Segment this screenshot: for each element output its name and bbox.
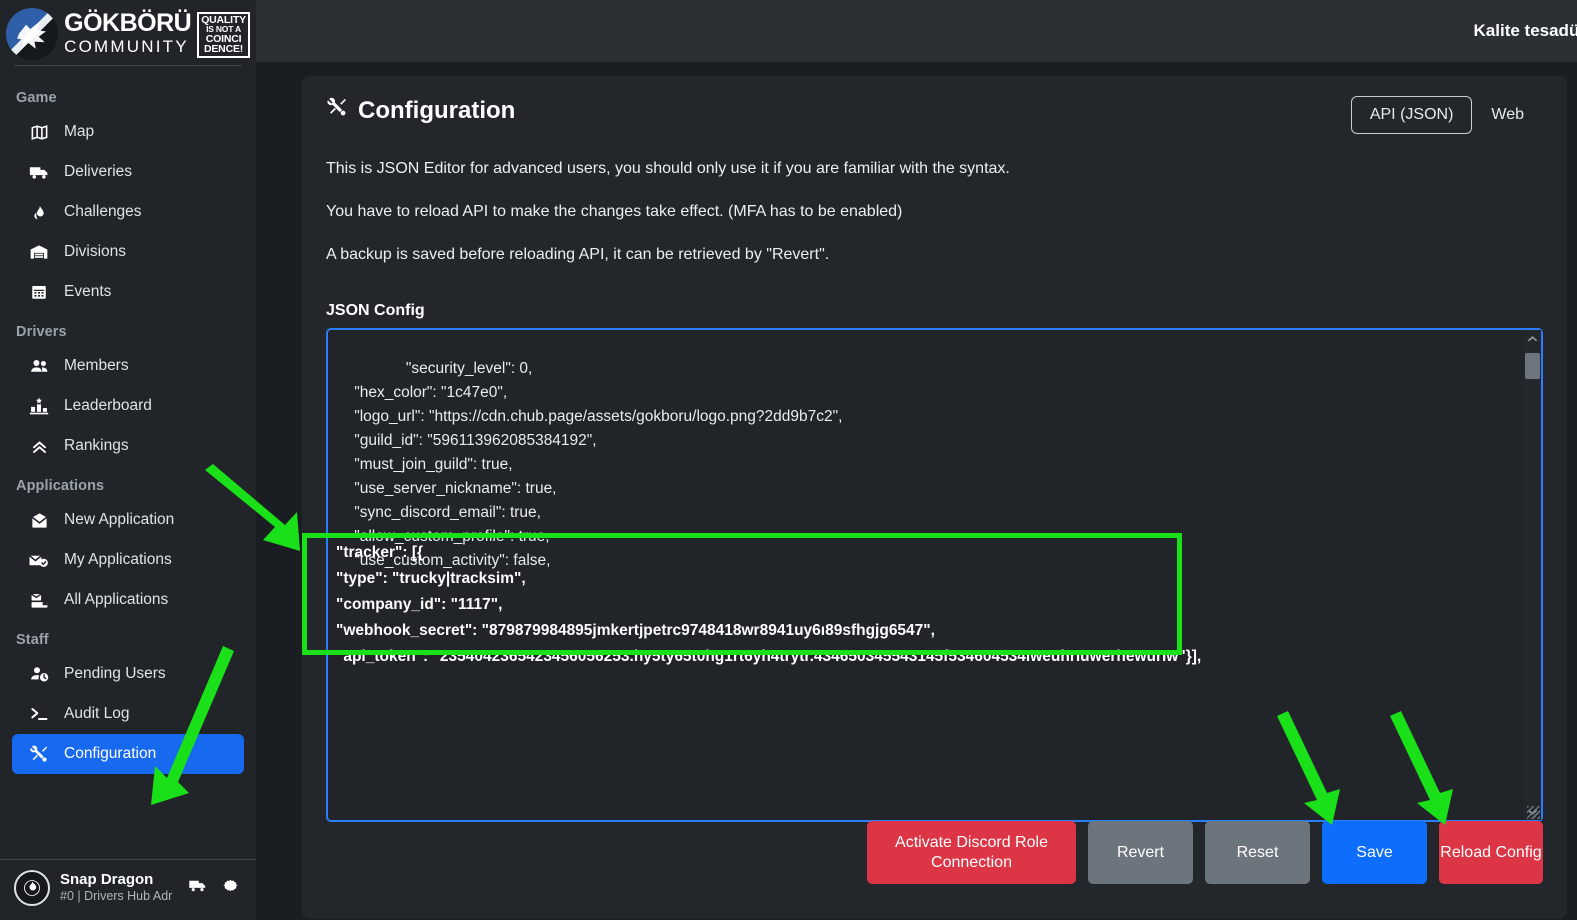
sidebar-item-all-applications[interactable]: All Applications: [12, 580, 244, 620]
wolf-logo-icon: [6, 8, 59, 60]
view-mode-tabs: API (JSON) Web: [1350, 96, 1543, 134]
mail-stack-icon: [28, 591, 50, 610]
sidebar-item-label: Events: [64, 283, 112, 300]
textarea-resize-grip[interactable]: [1527, 806, 1540, 819]
sidebar-item-label: Members: [64, 357, 129, 374]
sidebar-user-footer[interactable]: Snap Dragon #0 | Drivers Hub Adr: [0, 859, 256, 920]
json-editor-content: "security_level": 0, "hex_color": "1c47e…: [337, 333, 1514, 821]
tab-web[interactable]: Web: [1472, 96, 1543, 134]
sidebar-group-applications: Applications: [16, 478, 105, 494]
sidebar-group-game: Game: [16, 90, 57, 106]
envelope-open-icon: [28, 511, 50, 530]
card-header: Configuration API (JSON) Web: [326, 96, 1543, 134]
description-line-1: This is JSON Editor for advanced users, …: [326, 160, 1010, 177]
sidebar-scroll-area[interactable]: Downloads Game Map Deliveries: [0, 66, 256, 854]
sidebar-item-deliveries[interactable]: Deliveries: [12, 152, 244, 192]
page-title: Configuration: [326, 96, 515, 125]
sidebar-item-label: Configuration: [64, 745, 157, 762]
sidebar-item-label: All Applications: [64, 591, 169, 608]
sidebar-item-new-application[interactable]: New Application: [12, 500, 244, 540]
scroll-up-arrow-icon[interactable]: [1524, 330, 1541, 347]
sidebar-item-label: Audit Log: [64, 705, 130, 722]
sidebar-item-label: Deliveries: [64, 163, 133, 180]
sidebar: GÖKBÖRÜ COMMUNITY QUALITY IS NOT A COINC…: [0, 0, 256, 920]
user-clock-icon: [28, 664, 50, 684]
reload-config-button[interactable]: Reload Config: [1439, 821, 1543, 884]
sidebar-item-pending-users[interactable]: Pending Users: [12, 654, 244, 694]
sidebar-item-leaderboard[interactable]: Leaderboard: [12, 386, 244, 426]
sidebar-item-label: New Application: [64, 511, 175, 528]
sidebar-group-staff: Staff: [16, 632, 49, 648]
warehouse-icon: [28, 242, 50, 262]
sidebar-group-drivers: Drivers: [16, 324, 67, 340]
activate-discord-role-connection-button[interactable]: Activate Discord Role Connection: [867, 821, 1076, 884]
sidebar-item-label: Downloads: [64, 66, 141, 67]
download-icon: [28, 66, 50, 67]
json-top-lines: "security_level": 0, "hex_color": "1c47e…: [354, 360, 843, 569]
truck-icon[interactable]: [187, 876, 209, 900]
user-meta-line: #0 | Drivers Hub Adr: [60, 889, 173, 904]
sidebar-item-label: Pending Users: [64, 665, 166, 682]
sidebar-item-members[interactable]: Members: [12, 346, 244, 386]
revert-button[interactable]: Revert: [1088, 821, 1193, 884]
sidebar-item-label: Rankings: [64, 437, 129, 454]
editor-scrollbar[interactable]: [1524, 330, 1541, 820]
sidebar-item-challenges[interactable]: Challenges: [12, 192, 244, 232]
sidebar-item-audit-log[interactable]: Audit Log: [12, 694, 244, 734]
description-line-3: A backup is saved before reloading API, …: [326, 246, 830, 263]
sidebar-item-label: My Applications: [64, 551, 172, 568]
brand-logo[interactable]: GÖKBÖRÜ COMMUNITY QUALITY IS NOT A COINC…: [0, 0, 256, 62]
topbar-title: Kalite tesadüf: [1473, 21, 1577, 40]
terminal-icon: [28, 704, 50, 724]
brand-title: GÖKBÖRÜ: [64, 8, 192, 37]
flame-icon: [28, 203, 50, 222]
user-name: Snap Dragon: [60, 870, 154, 888]
page-title-text: Configuration: [358, 96, 516, 124]
sidebar-item-label: Divisions: [64, 243, 127, 260]
reset-button[interactable]: Reset: [1205, 821, 1310, 884]
sidebar-item-divisions[interactable]: Divisions: [12, 232, 244, 272]
app-root: GÖKBÖRÜ COMMUNITY QUALITY IS NOT A COINC…: [0, 0, 1577, 920]
tools-icon: [326, 96, 348, 125]
topbar: Kalite tesadüf: [256, 0, 1577, 62]
calendar-icon: [28, 283, 50, 301]
quality-badge-line-4: DENCE!: [204, 43, 244, 55]
json-editor-wrapper: "security_level": 0, "hex_color": "1c47e…: [302, 328, 1543, 822]
sidebar-item-my-applications[interactable]: My Applications: [12, 540, 244, 580]
truck-icon: [28, 162, 50, 183]
gear-icon[interactable]: [221, 876, 240, 900]
brand-subtitle: COMMUNITY: [64, 36, 189, 56]
chevrons-up-icon: [28, 437, 50, 456]
sidebar-item-label: Challenges: [64, 203, 142, 220]
sidebar-item-label: Leaderboard: [64, 397, 152, 414]
json-config-label: JSON Config: [326, 302, 425, 319]
sidebar-item-events[interactable]: Events: [12, 272, 244, 312]
sidebar-item-map[interactable]: Map: [12, 112, 244, 152]
sidebar-item-downloads[interactable]: Downloads: [12, 66, 244, 78]
map-icon: [28, 123, 50, 142]
users-icon: [28, 356, 50, 377]
sidebar-item-label: Map: [64, 123, 95, 140]
podium-icon: [28, 396, 50, 416]
description-line-2: You have to reload API to make the chang…: [326, 203, 903, 220]
envelope-check-icon: [28, 551, 50, 570]
scrollbar-track[interactable]: [1524, 347, 1541, 803]
quality-badge: QUALITY IS NOT A COINCI DENCE!: [197, 11, 250, 58]
action-button-bar: Activate Discord Role Connection Revert …: [867, 821, 1543, 884]
sidebar-item-rankings[interactable]: Rankings: [12, 426, 244, 466]
json-config-textarea[interactable]: "security_level": 0, "hex_color": "1c47e…: [326, 328, 1543, 822]
configuration-card: Configuration API (JSON) Web This is JSO…: [302, 76, 1567, 919]
tools-icon: [28, 744, 50, 764]
scrollbar-thumb[interactable]: [1525, 353, 1540, 379]
main-content: Configuration API (JSON) Web This is JSO…: [256, 62, 1577, 920]
save-button[interactable]: Save: [1322, 821, 1427, 884]
avatar[interactable]: [14, 870, 50, 906]
tab-api-json[interactable]: API (JSON): [1350, 96, 1473, 134]
sidebar-item-configuration[interactable]: Configuration: [12, 734, 244, 774]
